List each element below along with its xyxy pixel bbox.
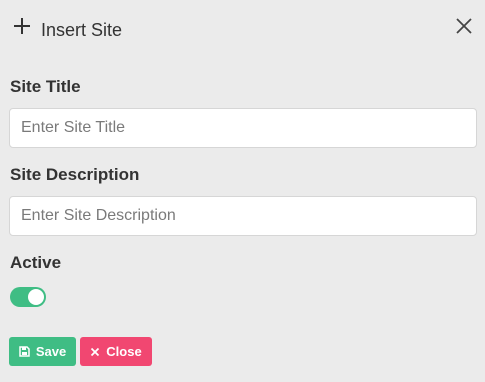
close-button[interactable]: Close xyxy=(80,337,152,366)
save-icon xyxy=(19,346,30,357)
active-label: Active xyxy=(10,253,62,272)
site-description-label: Site Description xyxy=(10,165,140,184)
site-title-label: Site Title xyxy=(10,77,81,96)
close-icon xyxy=(91,347,100,356)
dialog-title: Insert Site xyxy=(41,20,123,40)
close-x-icon[interactable] xyxy=(455,17,473,35)
site-description-input[interactable] xyxy=(9,196,477,236)
dialog-header: Insert Site xyxy=(0,0,485,58)
close-button-label: Close xyxy=(106,344,142,359)
plus-icon xyxy=(12,16,32,36)
toggle-knob xyxy=(28,289,44,305)
site-title-input[interactable] xyxy=(9,108,477,148)
save-button[interactable]: Save xyxy=(9,337,76,366)
active-toggle[interactable] xyxy=(10,287,46,307)
save-button-label: Save xyxy=(35,344,67,359)
